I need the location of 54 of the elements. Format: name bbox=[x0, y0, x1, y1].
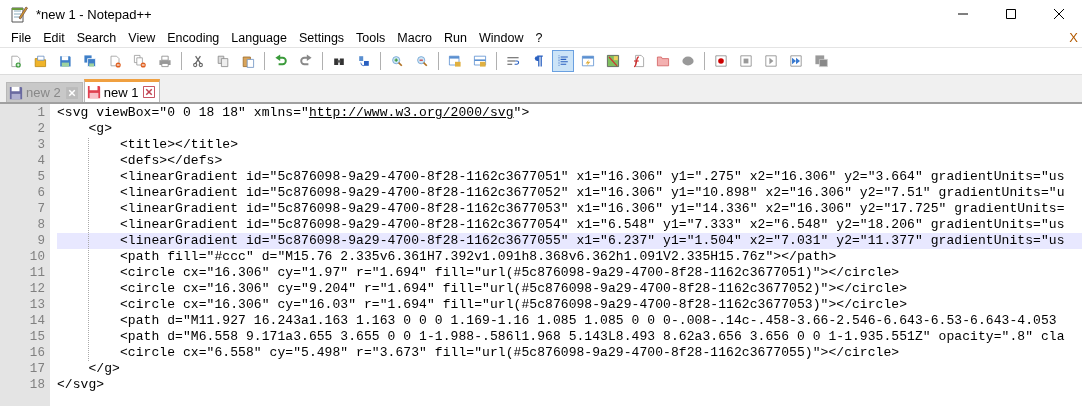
code-line: </g> bbox=[87, 361, 121, 377]
code-line: <g> bbox=[87, 121, 114, 137]
line-number: 9 bbox=[36, 234, 45, 248]
code-line: <path d="M6.558 9.171a3.655 3.655 0 0 1-1.988-.586l1.968 5.143L8.493 8.62a3.656 3.656 0 0 1-1.935.551Z" opacity=".8" cla bbox=[118, 329, 1066, 345]
code-line: <linearGradient id="5c876098-9a29-4700-8f28-1162c3677052" x1="16.306" y1="10.898" x2="16.306" y2="7.51" gradientUnits="u bbox=[118, 185, 1066, 201]
code-line: <circle cx="16.306" cy="9.204" r="1.694" fill="url(#5c876098-9a29-4700-8f28-1162c3677052)"></circle> bbox=[118, 281, 909, 297]
menu-item[interactable]: Window bbox=[472, 30, 530, 45]
line-number: 11 bbox=[28, 266, 45, 280]
line-number: 5 bbox=[36, 170, 45, 184]
line-number: 15 bbox=[28, 330, 45, 344]
code-line: <path fill="#ccc" d="M15.76 2.335v6.361H7.392v1.091h8.368v6.362h1.091V2.335H15.76z"></path> bbox=[118, 249, 838, 265]
menu-item[interactable]: Run bbox=[438, 30, 473, 45]
menu-item[interactable]: Encoding bbox=[161, 30, 226, 45]
line-number: 8 bbox=[36, 218, 45, 232]
menu-item[interactable]: Edit bbox=[37, 30, 71, 45]
line-number: 14 bbox=[28, 314, 45, 328]
window-title: *new 1 - Notepad++ bbox=[36, 6, 152, 22]
menu-item[interactable]: File bbox=[5, 30, 38, 45]
code-line: <linearGradient id="5c876098-9a29-4700-8f28-1162c3677051" x1="16.306" y1=".275" x2="16.306" y2="3.664" gradientUnits="us bbox=[118, 169, 1066, 185]
line-number: 6 bbox=[36, 186, 45, 200]
code-line: <title></title> bbox=[118, 137, 240, 153]
code-line: <path d="M11.927 16.243a1.163 1.163 0 0 0 1.169-1.16 1.085 1.085 0 0 0-.008-.14c-.458-3.66-2.546-6.643-6.53-6.643-4.053 bbox=[118, 313, 1058, 329]
document-tab[interactable]: new 1 bbox=[83, 79, 161, 102]
line-number: 17 bbox=[28, 362, 45, 376]
menu-item[interactable]: View bbox=[122, 30, 162, 45]
menu-item[interactable]: Macro bbox=[391, 30, 439, 45]
link[interactable]: http://www.w3.org/2000/svg bbox=[308, 105, 514, 120]
code-line: <linearGradient id="5c876098-9a29-4700-8f28-1162c3677054" x1="6.548" y1="7.333" x2="6.548" y2="18.206" gradientUnits="us bbox=[118, 217, 1066, 233]
notepad-icon bbox=[10, 5, 28, 23]
line-number: 18 bbox=[28, 378, 45, 392]
menu-item[interactable]: Search bbox=[70, 30, 123, 45]
menu-item[interactable]: Settings bbox=[292, 30, 351, 45]
indent-guide-icon[interactable] bbox=[552, 50, 574, 72]
line-number: 10 bbox=[28, 250, 45, 264]
code-line: <defs></defs> bbox=[118, 153, 224, 169]
code-line: </svg> bbox=[57, 377, 106, 393]
code-line: <linearGradient id="5c876098-9a29-4700-8f28-1162c3677053" x1="16.306" y1="14.336" x2="16.306" y2="17.725" gradientUnits= bbox=[118, 201, 1066, 217]
close-tab-icon[interactable] bbox=[143, 86, 156, 98]
line-number: 13 bbox=[28, 298, 45, 312]
close-document-button[interactable]: X bbox=[1069, 30, 1078, 45]
menu-item[interactable]: Tools bbox=[350, 30, 392, 45]
code-line: <svg viewBox="0 0 18 18" xmlns="http://www.w3.org/2000/svg"> bbox=[57, 105, 531, 121]
line-number: 12 bbox=[28, 282, 45, 296]
code-line: <circle cx="6.558" cy="5.498" r="3.673" fill="url(#5c876098-9a29-4700-8f28-1162c3677055)"></circle> bbox=[118, 345, 901, 361]
line-number: 16 bbox=[28, 346, 45, 360]
menu-item[interactable]: Language bbox=[225, 30, 293, 45]
line-number: 7 bbox=[36, 202, 45, 216]
line-number: 4 bbox=[36, 154, 45, 168]
line-number: 3 bbox=[36, 138, 45, 152]
menu-item[interactable]: ? bbox=[529, 30, 549, 45]
code-line: <circle cx="16.306" cy="16.03" r="1.694" fill="url(#5c876098-9a29-4700-8f28-1162c3677053)"></circle> bbox=[118, 297, 909, 313]
line-number: 2 bbox=[36, 122, 45, 136]
code-line: <circle cx="16.306" cy="1.97" r="1.694" fill="url(#5c876098-9a29-4700-8f28-1162c3677051)"></circle> bbox=[118, 265, 901, 281]
line-number: 1 bbox=[36, 106, 45, 120]
